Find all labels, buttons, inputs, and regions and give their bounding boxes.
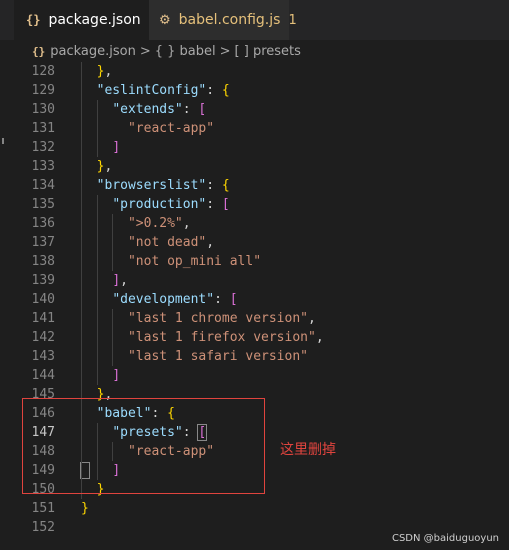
code-line[interactable]: 144 ] <box>0 366 509 385</box>
code-line[interactable]: 137 "not dead", <box>0 233 509 252</box>
line-number: 152 <box>31 520 55 535</box>
line-number: 151 <box>31 501 55 516</box>
code-text: "eslintConfig": { <box>96 83 230 98</box>
line-number: 138 <box>31 254 55 269</box>
line-number: 144 <box>31 368 55 383</box>
code-line[interactable]: 131 "react-app" <box>0 119 509 138</box>
code-line[interactable]: 130 "extends": [ <box>0 100 509 119</box>
breadcrumb-item-babel[interactable]: { } babel <box>155 44 216 59</box>
gear-icon: ⚙ <box>159 12 171 28</box>
json-file-icon: {} <box>32 44 46 58</box>
line-number: 129 <box>31 83 55 98</box>
code-line[interactable]: 132 ] <box>0 138 509 157</box>
line-number: 142 <box>31 330 55 345</box>
code-line[interactable]: 129 "eslintConfig": { <box>0 81 509 100</box>
code-text: }, <box>96 64 113 79</box>
indent-guide <box>96 195 98 385</box>
code-line[interactable]: 138 "not op_mini all" <box>0 252 509 271</box>
code-line[interactable]: 151} <box>0 499 509 518</box>
code-text: "last 1 chrome version", <box>127 311 316 326</box>
code-text: "last 1 firefox version", <box>127 330 324 345</box>
tab-bar: {} package.json ✕ ⚙ babel.config.js 1 <box>0 0 509 40</box>
line-number: 136 <box>31 216 55 231</box>
code-line[interactable]: 135 "production": [ <box>0 195 509 214</box>
indent-guide <box>112 214 114 271</box>
code-line[interactable]: 142 "last 1 firefox version", <box>0 328 509 347</box>
code-line[interactable]: 140 "development": [ <box>0 290 509 309</box>
line-number: 141 <box>31 311 55 326</box>
breadcrumb-item-file[interactable]: package.json <box>50 44 136 59</box>
chevron-right-icon: > <box>139 43 151 59</box>
code-text: "not dead", <box>127 235 215 250</box>
line-number: 135 <box>31 197 55 212</box>
breadcrumb-item-presets[interactable]: [ ] presets <box>235 44 301 59</box>
code-text: "development": [ <box>112 292 238 307</box>
code-text: "production": [ <box>112 197 230 212</box>
line-number: 133 <box>31 159 55 174</box>
line-number: 128 <box>31 64 55 79</box>
code-line[interactable]: 136 ">0.2%", <box>0 214 509 233</box>
tab-babel-config[interactable]: ⚙ babel.config.js 1 <box>149 0 297 40</box>
tab-package-json[interactable]: {} package.json ✕ <box>14 0 163 40</box>
code-line[interactable]: 141 "last 1 chrome version", <box>0 309 509 328</box>
line-number: 134 <box>31 178 55 193</box>
code-text: ] <box>112 368 121 383</box>
annotation-text: 这里删掉 <box>280 442 336 458</box>
code-text: ] <box>112 140 121 155</box>
watermark: CSDN @baiduguoyun <box>391 533 499 544</box>
code-line[interactable]: 143 "last 1 safari version" <box>0 347 509 366</box>
line-number: 143 <box>31 349 55 364</box>
code-line[interactable]: 133 }, <box>0 157 509 176</box>
json-file-icon: {} <box>26 13 41 27</box>
code-text: ], <box>112 273 128 288</box>
tab-label: package.json <box>48 12 141 28</box>
code-text: } <box>81 501 89 516</box>
indent-guide <box>112 309 114 366</box>
line-number: 139 <box>31 273 55 288</box>
code-text: "last 1 safari version" <box>127 349 308 364</box>
code-text: }, <box>96 159 113 174</box>
code-text: "react-app" <box>127 121 215 136</box>
code-line[interactable]: 134 "browserslist": { <box>0 176 509 195</box>
code-line[interactable]: 128 }, <box>0 62 509 81</box>
chevron-right-icon: > <box>219 43 231 59</box>
line-number: 132 <box>31 140 55 155</box>
line-number: 140 <box>31 292 55 307</box>
code-text: "not op_mini all" <box>127 254 262 269</box>
line-number: 130 <box>31 102 55 117</box>
tab-label: babel.config.js <box>178 12 281 28</box>
problem-count-badge: 1 <box>288 12 297 28</box>
code-line[interactable]: 139 ], <box>0 271 509 290</box>
indent-guide <box>96 100 98 157</box>
code-text: "extends": [ <box>112 102 207 117</box>
code-text: "browserslist": { <box>96 178 230 193</box>
annotation-box <box>22 398 265 494</box>
breadcrumb: {} package.json > { } babel > [ ] preset… <box>0 40 509 62</box>
line-number: 137 <box>31 235 55 250</box>
line-number: 131 <box>31 121 55 136</box>
